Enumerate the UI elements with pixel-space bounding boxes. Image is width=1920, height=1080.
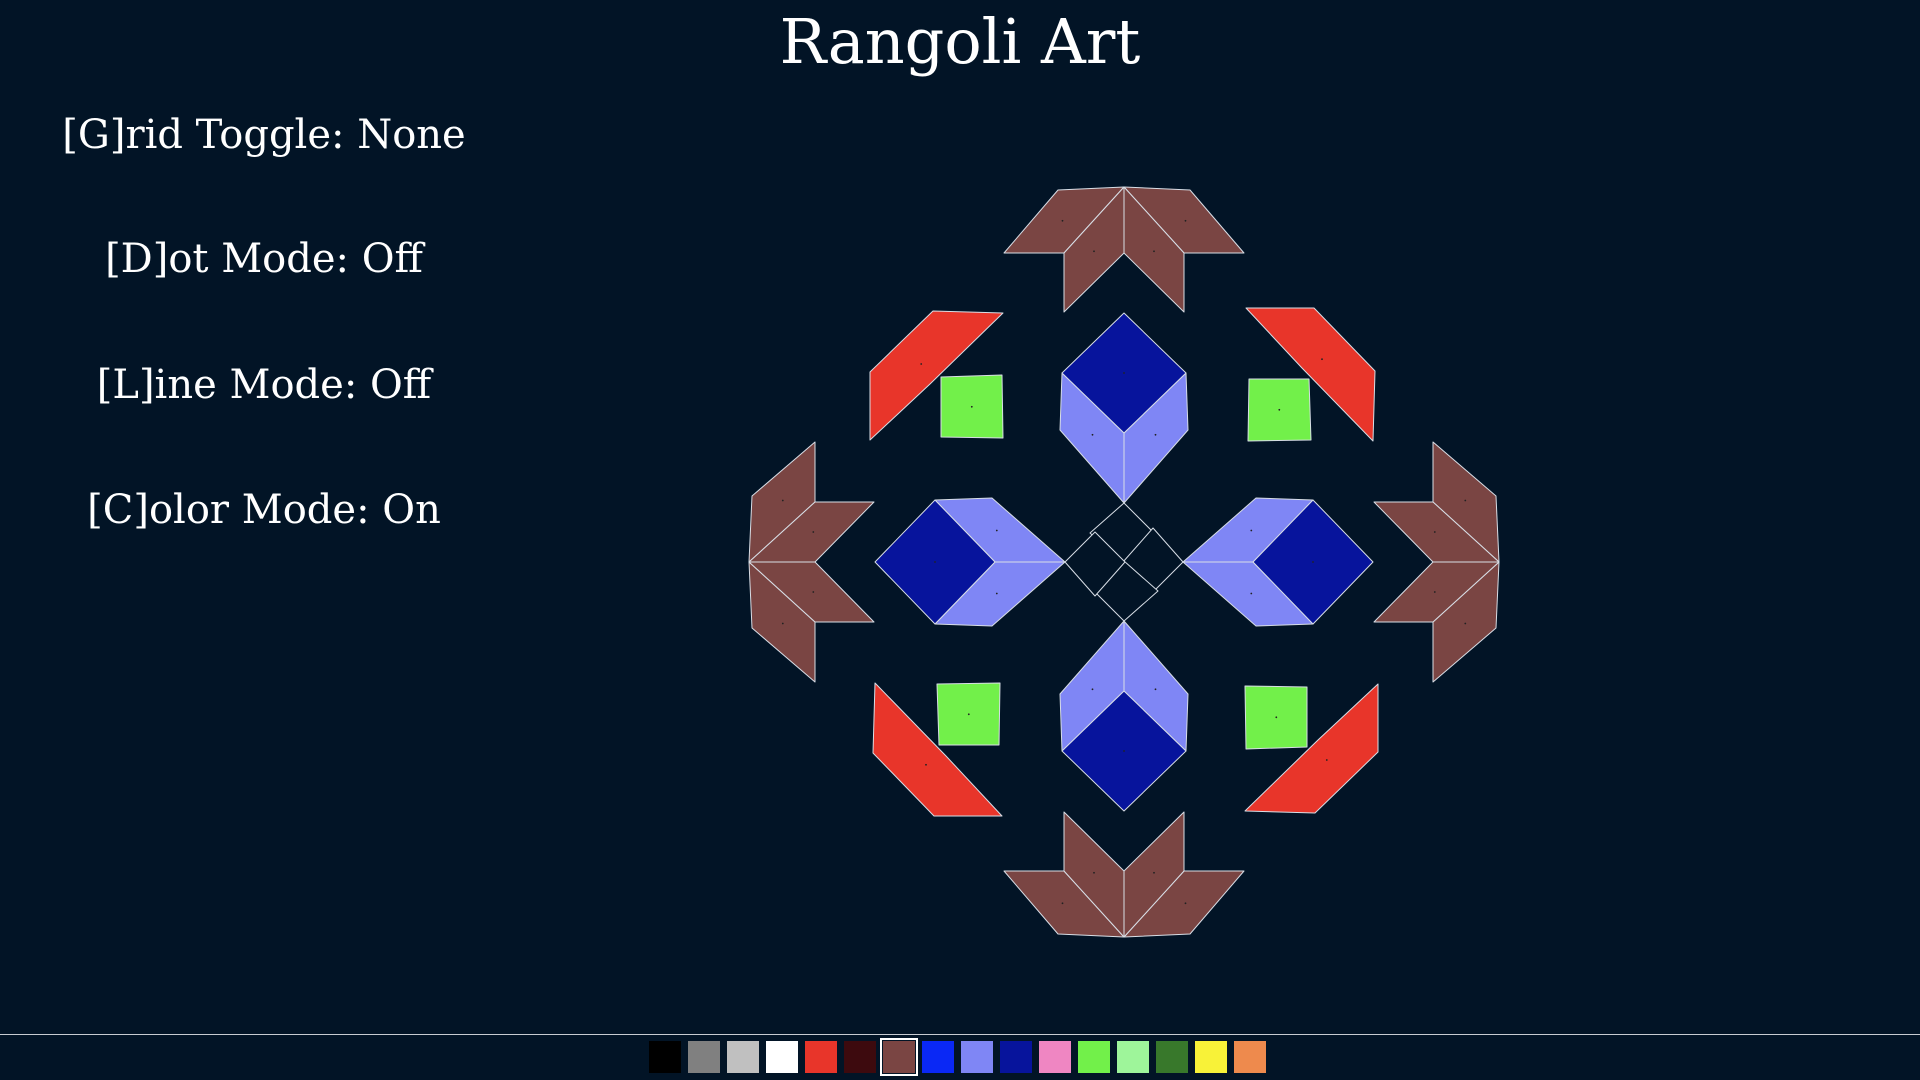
swatch-brown[interactable]: [880, 1038, 918, 1076]
dot-marker: [1184, 902, 1187, 905]
dot-marker: [1184, 219, 1187, 222]
dot-marker: [812, 591, 815, 593]
dot-marker: [1433, 591, 1436, 593]
swatch-green[interactable]: [1078, 1041, 1110, 1073]
dot-marker: [1061, 219, 1064, 222]
dot-marker: [1278, 408, 1281, 411]
swatch-blue[interactable]: [922, 1041, 954, 1073]
dot-marker: [1250, 592, 1253, 595]
dot-marker: [1153, 871, 1155, 874]
dot-marker: [1123, 750, 1125, 752]
dot-marker: [1123, 372, 1125, 374]
swatch-periwinkle[interactable]: [961, 1041, 993, 1073]
dot-marker: [934, 561, 936, 563]
swatch-light-green[interactable]: [1117, 1041, 1149, 1073]
dot-marker: [1091, 688, 1094, 691]
swatch-gray[interactable]: [688, 1041, 720, 1073]
dot-marker: [1093, 250, 1095, 253]
swatch-orange[interactable]: [1234, 1041, 1266, 1073]
dot-marker: [1093, 871, 1095, 874]
dot-marker: [920, 363, 923, 365]
color-palette: [649, 1038, 1266, 1076]
dot-marker: [1312, 561, 1314, 563]
dot-marker: [812, 531, 815, 533]
dot-marker: [1154, 433, 1157, 436]
swatch-yellow[interactable]: [1195, 1041, 1227, 1073]
swatch-pink[interactable]: [1039, 1041, 1071, 1073]
dot-marker: [781, 499, 784, 502]
swatch-red[interactable]: [805, 1041, 837, 1073]
rangoli-canvas[interactable]: [0, 0, 1920, 1034]
dot-marker: [1325, 759, 1328, 761]
dot-marker: [967, 713, 970, 716]
dot-marker: [1154, 688, 1157, 691]
dot-marker: [1464, 622, 1467, 625]
dot-marker: [1433, 531, 1436, 533]
dot-marker: [995, 529, 998, 532]
dot-marker: [970, 405, 973, 408]
swatch-black[interactable]: [649, 1041, 681, 1073]
swatch-dark-maroon[interactable]: [844, 1041, 876, 1073]
dot-marker: [1250, 529, 1253, 532]
dot-marker: [1275, 716, 1278, 719]
swatch-dark-green[interactable]: [1156, 1041, 1188, 1073]
dot-marker: [995, 592, 998, 595]
swatch-light-gray[interactable]: [727, 1041, 759, 1073]
rangoli-app: Rangoli Art [G]rid Toggle: None [D]ot Mo…: [0, 0, 1920, 1080]
dot-marker: [1091, 433, 1094, 436]
dot-marker: [1061, 902, 1064, 905]
swatch-navy[interactable]: [1000, 1041, 1032, 1073]
dot-marker: [781, 622, 784, 625]
dot-marker: [1321, 358, 1323, 361]
dot-marker: [1153, 250, 1155, 253]
dot-marker: [1464, 499, 1467, 502]
swatch-white[interactable]: [766, 1041, 798, 1073]
dot-marker: [925, 763, 927, 766]
